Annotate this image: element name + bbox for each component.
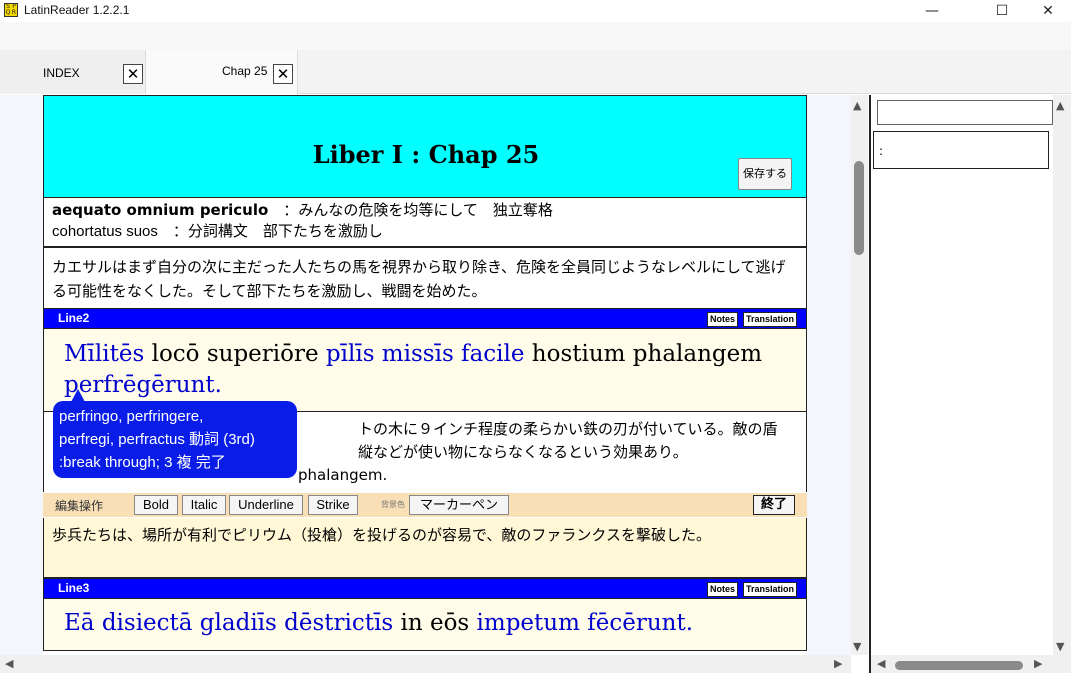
line3-translation-button[interactable]: Translation [743,582,798,597]
title-bar: SPQR LatinReader 1.2.2.1 — ☐ ✕ [0,0,1071,22]
side-vertical-scrollbar[interactable]: ▲ ▼ [1053,95,1071,655]
bg-color-label: 背景色 [381,500,405,509]
latin-word[interactable]: perfrēgērunt. [64,372,222,398]
scroll-down-icon[interactable]: ▼ [853,641,861,653]
line3-label: Line3 [58,581,90,595]
note-entry: cohortatus suos ：分詞構文 部下たちを激励し [52,222,383,240]
tooltip-line: :break through; 3 複 完了 [59,454,226,471]
left-gutter [0,95,43,655]
close-window-button[interactable]: ✕ [1025,0,1071,22]
tab-chap-25[interactable]: Chap 25 ✕ [146,50,298,94]
minimize-button[interactable]: — [909,0,955,22]
tab-index-close-icon[interactable]: ✕ [123,64,143,84]
latin-word[interactable]: pīlīs missīs facile [326,341,525,367]
line2-translation-button[interactable]: Translation [743,312,798,327]
strike-button[interactable]: Strike [308,495,358,515]
side-horizontal-scrollbar[interactable]: ◀ ▶ [871,655,1071,673]
content-horizontal-scrollbar[interactable]: ◀ ▶ [0,655,851,673]
tab-chap-25-label: Chap 25 [222,64,268,78]
dictionary-side-panel: : ▲ ▼ ◀ ▶ [869,95,1071,673]
scroll-left-icon[interactable]: ◀ [5,658,13,670]
underline-button[interactable]: Underline [229,495,303,515]
line2-label: Line2 [58,311,90,325]
tab-index-label: INDEX [43,66,80,80]
latin-word[interactable]: hostium phalangem [524,341,762,367]
maximize-button[interactable]: ☐ [979,0,1025,22]
tab-strip [0,22,1071,50]
latin-word[interactable]: Eā disiectā gladiīs dēstrictīs [64,610,393,636]
line3-bar: Line3 Notes Translation [43,578,807,599]
side-scroll-up-icon[interactable]: ▲ [1056,100,1064,112]
content-right-gutter [807,95,851,655]
tab-index[interactable]: INDEX ✕ [0,50,146,94]
dictionary-detail-box: : [873,131,1049,169]
scroll-thumb[interactable] [854,161,864,255]
window-title: LatinReader 1.2.2.1 [24,3,130,17]
side-scroll-left-icon[interactable]: ◀ [877,658,885,670]
side-scroll-thumb[interactable] [895,661,1023,670]
bold-button[interactable]: Bold [134,495,178,515]
save-button[interactable]: 保存する [738,158,792,190]
scroll-up-icon[interactable]: ▲ [853,100,861,112]
end-edit-button[interactable]: 終了 [753,495,795,515]
note-entry: aequato omnium periculo ：みんなの危険を均等にして 独立… [52,201,553,219]
latin-word[interactable]: impetum fēcērunt. [477,610,693,636]
line3-latin-text[interactable]: Eā disiectā gladiīs dēstrictīs in eōs im… [43,599,807,651]
line2-bar: Line2 Notes Translation [43,308,807,329]
content-vertical-scrollbar[interactable]: ▲ ▼ [851,95,868,655]
edit-toolbar: 編集操作 Bold Italic Underline Strike 背景色 マー… [43,493,807,517]
edit-toolbar-label: 編集操作 [55,499,104,513]
app-logo-icon: SPQR [4,3,18,17]
word-tooltip: perfringo, perfringere, perfregi, perfra… [53,401,297,478]
tooltip-line: perfringo, perfringere, [59,408,204,425]
latin-word[interactable]: in eōs [393,610,476,636]
chapter-content: Liber I : Chap 25 保存する aequato omnium pe… [43,95,807,655]
scroll-right-icon[interactable]: ▶ [834,658,842,670]
line3-notes-button[interactable]: Notes [707,582,739,597]
translation-line2[interactable]: 歩兵たちは、場所が有利でピリウム（投槍）を投げるのが容易で、敵のファランクスを撃… [43,518,807,578]
chapter-header: Liber I : Chap 25 保存する [43,95,807,198]
tooltip-line: perfregi, perfractus 動詞 (3rd) [59,431,255,448]
notes-line1[interactable]: aequato omnium periculo ：みんなの危険を均等にして 独立… [43,198,807,248]
line2-latin-text[interactable]: Mīlitēs locō superiōre pīlīs missīs faci… [43,329,807,412]
translation-line1[interactable]: カエサルはまず自分の次に主だった人たちの馬を視界から取り除き、危険を全員同じよう… [43,248,807,308]
side-scroll-right-icon[interactable]: ▶ [1034,658,1042,670]
line2-notes-button[interactable]: Notes [707,312,739,327]
tab-bar: INDEX ✕ Chap 25 ✕ [0,22,1071,94]
page-title: Liber I : Chap 25 [312,140,540,169]
dictionary-search-input[interactable] [877,100,1053,125]
latin-word[interactable]: locō superiōre [144,341,326,367]
tab-chap-25-close-icon[interactable]: ✕ [273,64,293,84]
side-scroll-down-icon[interactable]: ▼ [1056,641,1064,653]
italic-button[interactable]: Italic [182,495,226,515]
marker-pen-button[interactable]: マーカーペン [409,495,509,515]
latin-word[interactable]: Mīlitēs [64,341,144,367]
